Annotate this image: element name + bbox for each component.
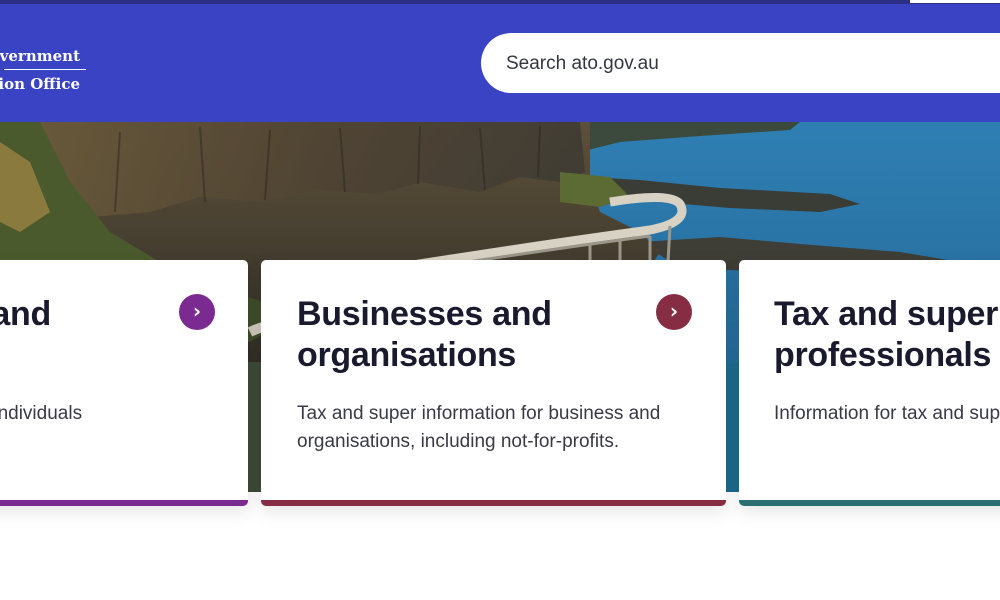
search-input[interactable]: Search ato.gov.au <box>481 33 1000 93</box>
card-accent-bar <box>739 500 1000 506</box>
card-description-line1: Tax and super information for business a… <box>297 403 661 424</box>
card-arrow-button[interactable]: › <box>179 294 215 330</box>
logo-line-office: Australian Taxation Office <box>0 75 80 93</box>
top-accent-gap <box>910 0 1000 3</box>
card-description: Information for tax and super profession… <box>774 400 1000 428</box>
card-accent-bar <box>0 500 248 506</box>
site-header: Australian Government Australian Taxatio… <box>0 3 1000 122</box>
card-title: Individuals and families <box>0 294 51 376</box>
card-title-line2: organisations <box>297 336 517 374</box>
ato-logo[interactable]: Australian Government Australian Taxatio… <box>0 47 86 107</box>
card-description: Tax and super information for business a… <box>297 400 660 456</box>
card-description: Tax and super information for individual… <box>0 400 82 428</box>
logo-divider <box>4 69 86 70</box>
chevron-right-icon: › <box>192 299 202 323</box>
page: Australian Government Australian Taxatio… <box>0 0 1000 600</box>
search-placeholder: Search ato.gov.au <box>506 53 659 74</box>
card-businesses[interactable]: Businesses and organisations Tax and sup… <box>261 260 726 506</box>
card-title-line2: families <box>0 335 51 376</box>
card-description-line1: Tax and super information for individual… <box>0 403 83 424</box>
card-description-line2: organisations, including not-for-profits… <box>297 431 620 452</box>
top-accent-bar <box>0 0 1000 4</box>
card-description-line1: Information for tax and super profession… <box>774 403 1000 424</box>
card-title: Businesses and organisations <box>297 294 552 376</box>
card-title-line1: Individuals and <box>0 295 51 333</box>
card-title: Tax and super professionals <box>774 294 998 376</box>
card-arrow-button[interactable]: › <box>656 294 692 330</box>
card-individuals[interactable]: Individuals and families Tax and super i… <box>0 260 248 506</box>
card-title-line1: Tax and super <box>774 295 999 333</box>
logo-line-government: Australian Government <box>0 47 80 65</box>
chevron-right-icon: › <box>669 299 679 323</box>
card-accent-bar <box>261 500 726 506</box>
card-title-line1: Businesses and <box>297 295 552 333</box>
card-title-line2: professionals <box>774 336 992 374</box>
card-tax-professionals[interactable]: Tax and super professionals Information … <box>739 260 1000 506</box>
